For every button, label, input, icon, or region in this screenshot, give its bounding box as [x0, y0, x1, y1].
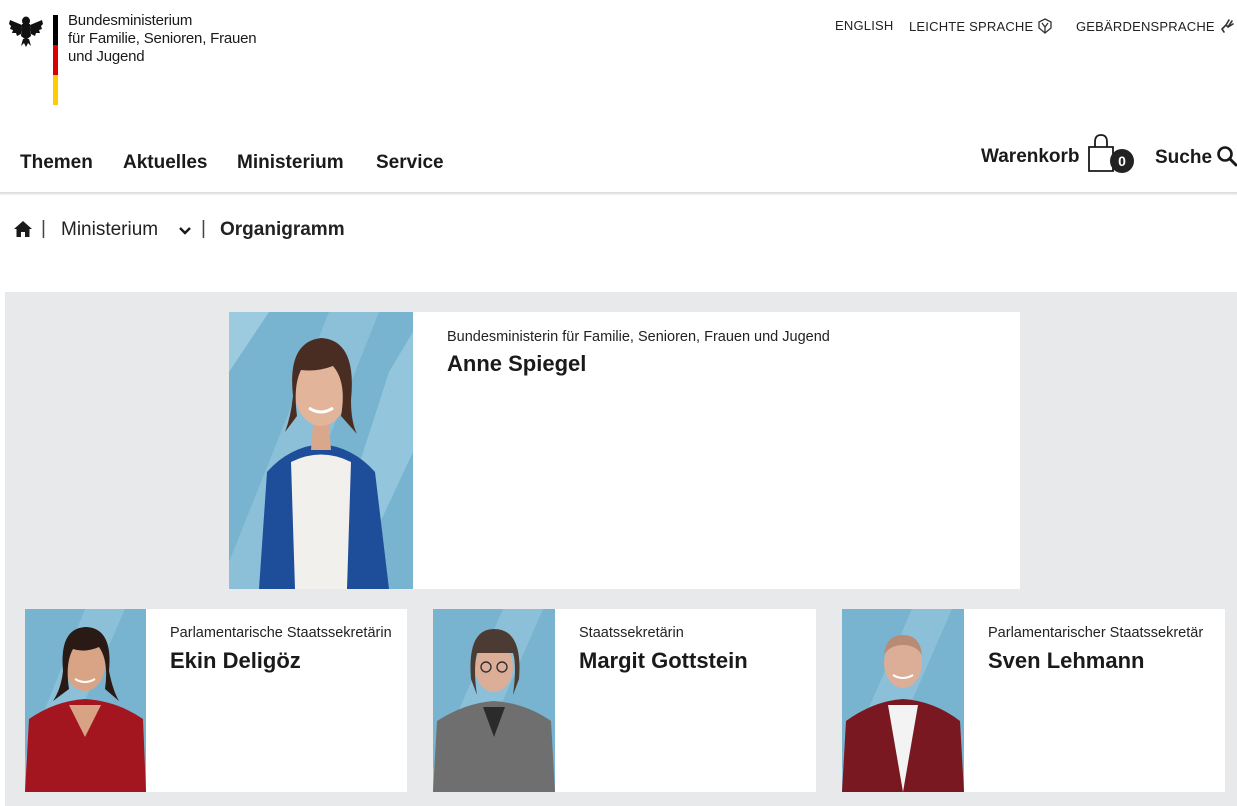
- breadcrumb-separator: |: [201, 218, 206, 239]
- home-icon[interactable]: [13, 220, 33, 238]
- nav-service[interactable]: Service: [376, 152, 444, 174]
- sign-language-icon: [1221, 19, 1234, 33]
- easy-language-icon: [1038, 18, 1053, 34]
- gebaerdensprache-link[interactable]: GEBÄRDENSPRACHE: [1076, 18, 1235, 34]
- secretary-name: Sven Lehmann: [988, 648, 1145, 673]
- minister-photo: [229, 312, 413, 589]
- leichte-sprache-label: LEICHTE SPRACHE: [909, 18, 1034, 34]
- nav-ministerium[interactable]: Ministerium: [237, 152, 344, 174]
- nav-themen[interactable]: Themen: [20, 152, 93, 174]
- logo-line-1: Bundesministerium: [68, 12, 193, 29]
- secretary-photo: [842, 609, 964, 792]
- secretary-name: Margit Gottstein: [579, 648, 748, 673]
- english-label: ENGLISH: [835, 18, 894, 33]
- secretary-role: Parlamentarische Staatssekretärin: [170, 625, 392, 641]
- search-icon[interactable]: [1216, 145, 1237, 167]
- breadcrumb-ministerium[interactable]: Ministerium: [61, 219, 158, 241]
- cart-link[interactable]: Warenkorb: [981, 146, 1080, 168]
- secretary-role: Parlamentarischer Staatssekretär: [988, 625, 1204, 641]
- federal-eagle-icon: [9, 16, 43, 47]
- flag-stripe: [53, 15, 58, 105]
- breadcrumb-separator: |: [41, 218, 46, 239]
- ministry-logo[interactable]: Bundesministerium für Familie, Senioren,…: [8, 10, 268, 110]
- secretary-photo: [25, 609, 146, 792]
- gebaerdensprache-label: GEBÄRDENSPRACHE: [1076, 18, 1215, 34]
- secretary-card[interactable]: Staatssekretärin Margit Gottstein: [433, 609, 816, 792]
- english-link[interactable]: ENGLISH: [835, 18, 893, 33]
- logo-line-3: und Jugend: [68, 48, 145, 65]
- secretary-photo: [433, 609, 555, 792]
- minister-card[interactable]: Bundesministerin für Familie, Senioren, …: [229, 312, 1020, 589]
- logo-line-2: für Familie, Senioren, Frauen: [68, 30, 257, 47]
- secretary-name: Ekin Deligöz: [170, 648, 301, 673]
- minister-name: Anne Spiegel: [447, 351, 587, 376]
- search-link[interactable]: Suche: [1155, 147, 1212, 169]
- header-divider: [0, 192, 1237, 195]
- secretary-card[interactable]: Parlamentarische Staatssekretärin Ekin D…: [25, 609, 407, 792]
- secretary-card[interactable]: Parlamentarischer Staatssekretär Sven Le…: [842, 609, 1225, 792]
- chevron-down-icon[interactable]: [178, 225, 192, 237]
- minister-role: Bundesministerin für Familie, Senioren, …: [447, 329, 830, 345]
- leichte-sprache-link[interactable]: LEICHTE SPRACHE: [909, 18, 1053, 34]
- nav-aktuelles[interactable]: Aktuelles: [123, 152, 207, 174]
- secretary-role: Staatssekretärin: [579, 625, 684, 641]
- breadcrumb-current: Organigramm: [220, 219, 345, 240]
- logo-text: Bundesministerium für Familie, Senioren,…: [68, 12, 257, 66]
- cart-count-badge: 0: [1110, 149, 1134, 173]
